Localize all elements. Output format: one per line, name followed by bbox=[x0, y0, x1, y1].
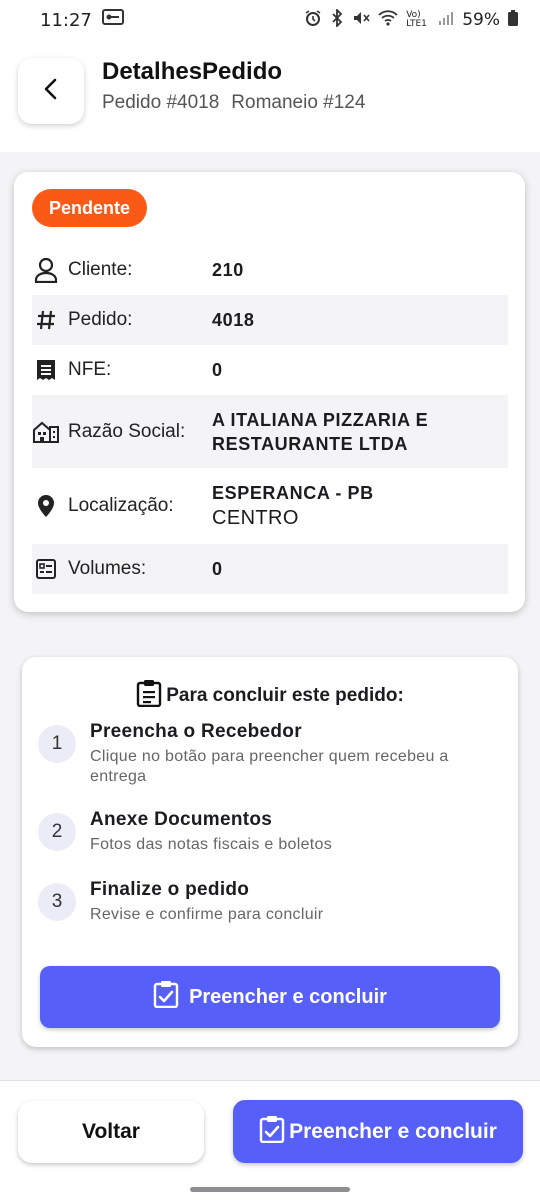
signal-icon bbox=[438, 10, 454, 31]
info-label: Localização: bbox=[68, 495, 174, 516]
step-title: Preencha o Recebedor bbox=[90, 721, 302, 742]
info-value: 4018 bbox=[212, 310, 255, 330]
step-description: Fotos das notas fiscais e boletos bbox=[90, 836, 333, 853]
home-indicator[interactable] bbox=[190, 1187, 350, 1192]
step-description: Clique no botão para preencher quem rece… bbox=[90, 748, 449, 785]
steps-heading: Para concluir este pedido: bbox=[22, 679, 518, 713]
info-value: 210 bbox=[212, 260, 244, 280]
header-subtitle: Pedido #4018 Romaneio #124 bbox=[102, 92, 365, 114]
wifi-icon bbox=[378, 9, 398, 32]
info-row-cliente: Cliente: 210 bbox=[32, 245, 508, 295]
step-description: Revise e confirme para concluir bbox=[90, 906, 324, 923]
location-city: ESPERANCA - PB bbox=[212, 483, 374, 503]
step-item: 3 Finalize o pedido Revise e confirme pa… bbox=[38, 879, 498, 933]
bluetooth-icon bbox=[330, 7, 344, 32]
order-ref: Pedido #4018 bbox=[102, 92, 220, 113]
clipboard-check-icon bbox=[153, 980, 179, 1014]
completion-steps-card: Para concluir este pedido: 1 Preencha o … bbox=[22, 657, 518, 1047]
step-title: Finalize o pedido bbox=[90, 879, 250, 900]
info-row-razao-social: Razão Social: A ITALIANA PIZZARIA E REST… bbox=[32, 395, 508, 468]
footer-actions: Voltar Preencher e concluir bbox=[0, 1080, 540, 1200]
battery-percent: 59% bbox=[462, 10, 500, 30]
page-title: DetalhesPedido bbox=[102, 58, 283, 85]
button-label: Preencher e concluir bbox=[189, 985, 387, 1008]
step-number: 2 bbox=[38, 813, 76, 851]
footer-fill-and-complete-button[interactable]: Preencher e concluir bbox=[233, 1100, 523, 1163]
clipboard-check-icon bbox=[259, 1115, 285, 1149]
romaneio-ref: Romaneio #124 bbox=[231, 92, 366, 113]
fill-and-complete-button[interactable]: Preencher e concluir bbox=[40, 966, 500, 1028]
info-row-localizacao: Localização: ESPERANCA - PB CENTRO bbox=[32, 468, 508, 544]
status-bar: 11:27 Vo) LTE1 59% bbox=[0, 0, 540, 40]
back-text-button[interactable]: Voltar bbox=[18, 1101, 204, 1163]
location-district: CENTRO bbox=[212, 507, 299, 529]
location-values: ESPERANCA - PB CENTRO bbox=[212, 481, 374, 531]
order-info-card: Pendente Cliente: 210 Pedido: 4018 NFE: … bbox=[14, 172, 525, 612]
info-row-pedido: Pedido: 4018 bbox=[32, 295, 508, 345]
user-icon bbox=[33, 257, 59, 283]
chevron-left-icon bbox=[41, 77, 61, 106]
clipboard-icon bbox=[136, 679, 162, 713]
info-value: 0 bbox=[212, 360, 223, 380]
back-button[interactable] bbox=[18, 58, 84, 124]
info-row-nfe: NFE: 0 bbox=[32, 345, 508, 395]
mute-icon bbox=[352, 9, 370, 32]
info-value: A ITALIANA PIZZARIA E RESTAURANTE LTDA bbox=[212, 409, 429, 454]
steps-title: Para concluir este pedido: bbox=[166, 685, 404, 706]
building-icon bbox=[33, 421, 59, 443]
step-item: 2 Anexe Documentos Fotos das notas fisca… bbox=[38, 809, 498, 863]
list-box-icon bbox=[33, 559, 59, 579]
info-label: Razão Social: bbox=[68, 420, 186, 442]
hash-icon bbox=[33, 309, 59, 331]
info-label: Pedido: bbox=[68, 309, 133, 330]
info-label: Cliente: bbox=[68, 259, 133, 280]
step-item: 1 Preencha o Recebedor Clique no botão p… bbox=[38, 721, 498, 785]
step-number: 1 bbox=[38, 725, 76, 763]
location-pin-icon bbox=[33, 494, 59, 518]
info-label: NFE: bbox=[68, 359, 112, 380]
notification-key-icon bbox=[101, 8, 124, 32]
status-badge: Pendente bbox=[32, 189, 148, 227]
receipt-icon bbox=[33, 359, 59, 381]
button-label: Preencher e concluir bbox=[289, 1119, 497, 1143]
step-number: 3 bbox=[38, 883, 76, 921]
step-title: Anexe Documentos bbox=[90, 809, 273, 830]
info-label: Volumes: bbox=[68, 558, 147, 579]
battery-icon bbox=[508, 9, 518, 31]
alarm-icon bbox=[304, 9, 322, 32]
network-label: Vo) LTE1 bbox=[406, 10, 427, 29]
info-row-volumes: Volumes: 0 bbox=[32, 544, 508, 594]
status-time: 11:27 bbox=[40, 9, 92, 31]
header: DetalhesPedido Pedido #4018 Romaneio #12… bbox=[0, 40, 540, 152]
info-value: 0 bbox=[212, 559, 223, 579]
